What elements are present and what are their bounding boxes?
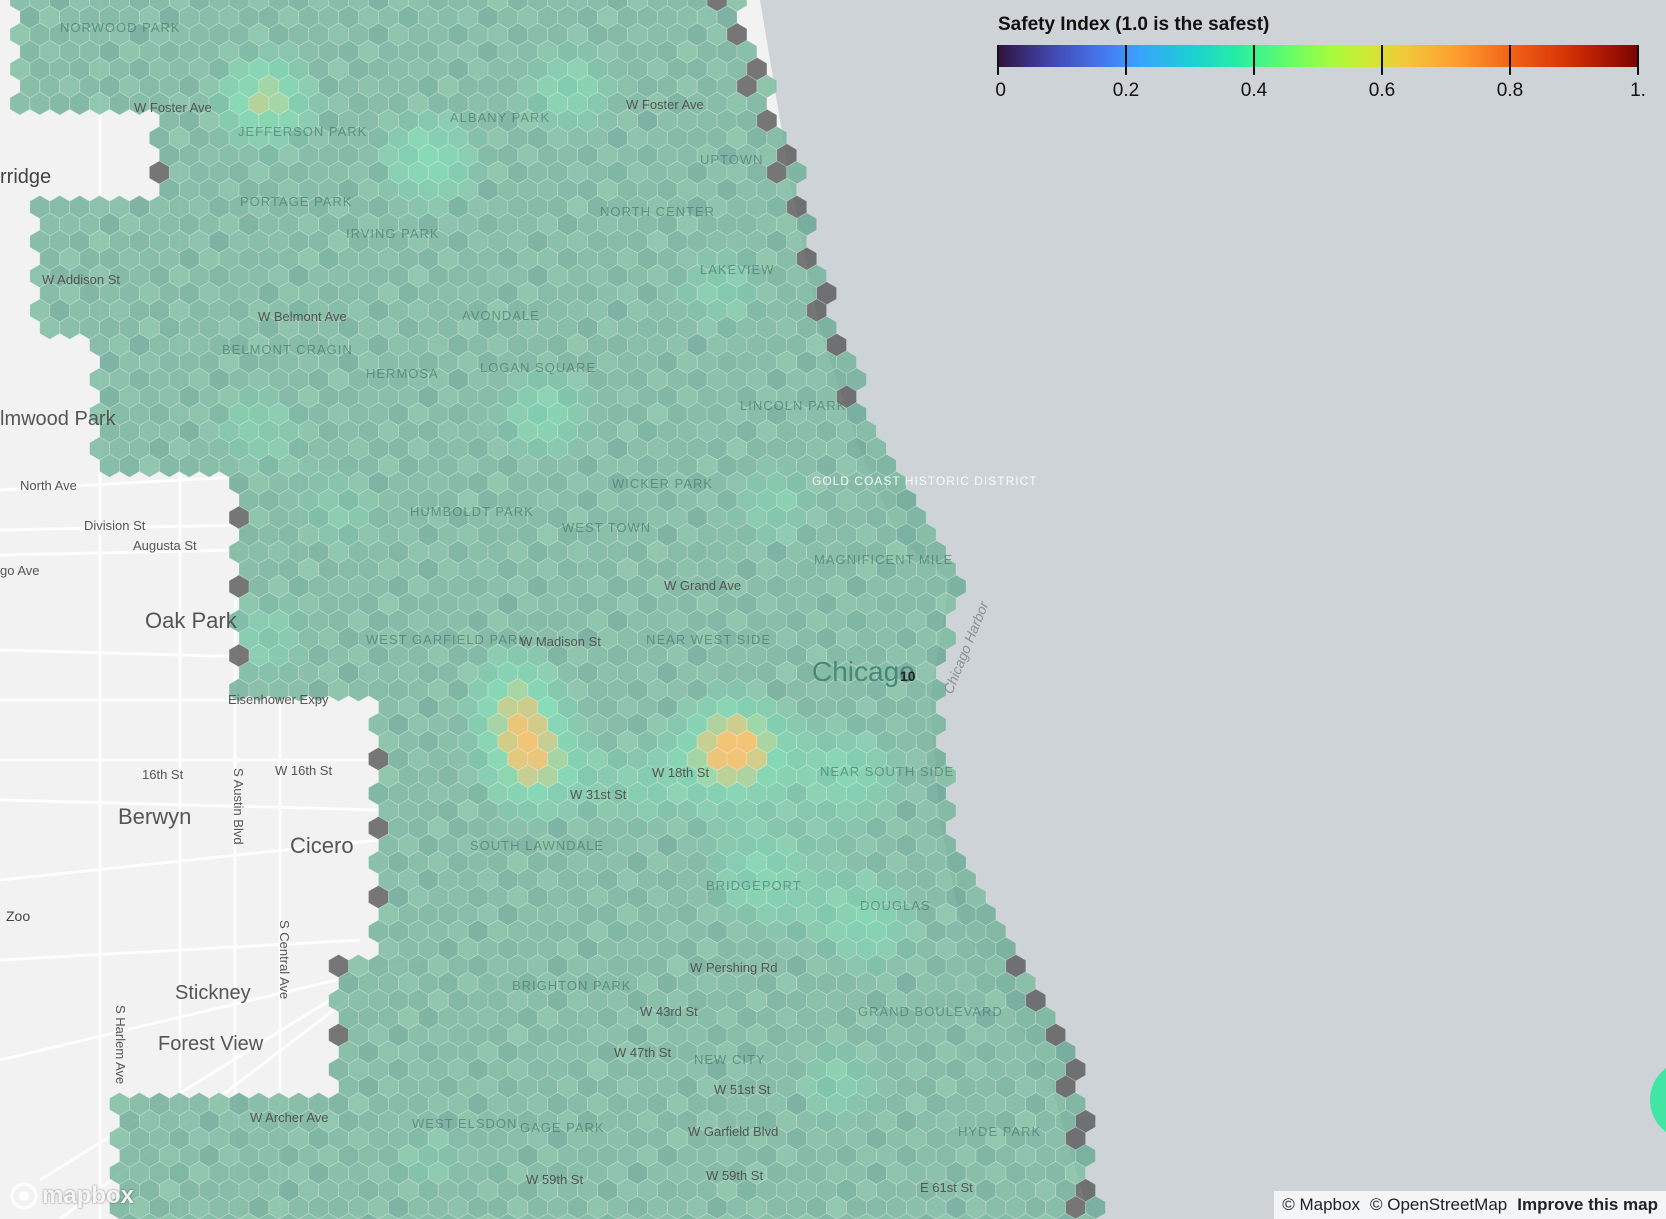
- legend-tick-label: .0: [995, 80, 1006, 101]
- legend-tick: [1509, 45, 1511, 75]
- color-legend: Safety Index (1.0 is the safest) .0 0.2 0.…: [995, 14, 1645, 104]
- legend-title: Safety Index (1.0 is the safest): [998, 14, 1270, 35]
- mapbox-logo-icon: [10, 1182, 38, 1210]
- legend-colorbar: [998, 45, 1638, 67]
- legend-tick: [1637, 45, 1639, 75]
- legend-tick: [1253, 45, 1255, 75]
- legend-tick-label: 0.6: [1368, 80, 1396, 101]
- legend-tick-label: 1.: [1630, 80, 1645, 101]
- attribution-mapbox-link[interactable]: © Mapbox: [1282, 1195, 1360, 1215]
- attribution-osm-link[interactable]: © OpenStreetMap: [1370, 1195, 1507, 1215]
- map-canvas[interactable]: [0, 0, 1666, 1219]
- legend-tick-label: 0.4: [1240, 80, 1268, 101]
- legend-tick: [1125, 45, 1127, 75]
- mapbox-logo[interactable]: mapbox: [10, 1181, 134, 1211]
- attribution-bar: © Mapbox © OpenStreetMap Improve this ma…: [1274, 1191, 1666, 1219]
- legend-tick-label: 0.8: [1496, 80, 1524, 101]
- legend-clip: Safety Index (1.0 is the safest) .0 0.2 0.…: [995, 14, 1645, 104]
- legend-tick-label: 0.2: [1112, 80, 1140, 101]
- legend-tick: [1381, 45, 1383, 75]
- legend-tick: [997, 45, 999, 75]
- mapbox-logo-text: mapbox: [42, 1182, 135, 1209]
- improve-map-link[interactable]: Improve this map: [1517, 1195, 1658, 1215]
